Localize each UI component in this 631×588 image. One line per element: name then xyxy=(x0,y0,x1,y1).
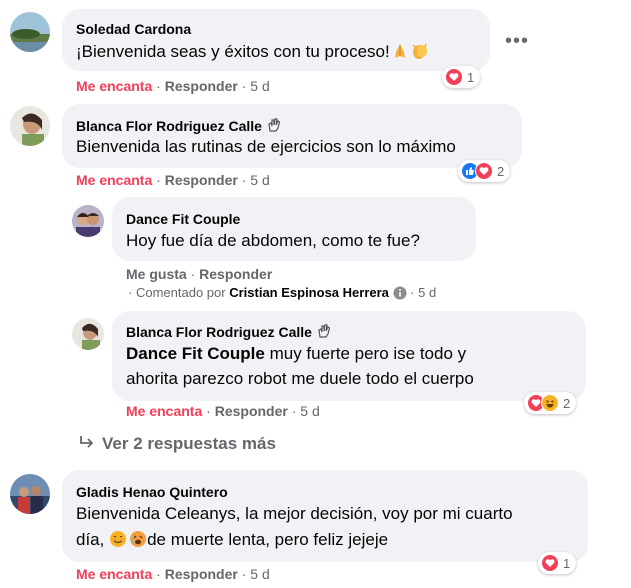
separator: · xyxy=(206,403,211,419)
comment-actions: Me encanta · Responder · 5 d xyxy=(76,78,270,94)
reaction-count: 1 xyxy=(467,69,475,85)
avatar-gladis-henao[interactable] xyxy=(10,474,50,514)
love-reaction-link[interactable]: Me encanta xyxy=(76,172,152,188)
separator: · xyxy=(156,78,161,94)
comment-text: ¡Bienvenida seas y éxitos con tu proceso… xyxy=(76,40,430,67)
info-icon[interactable] xyxy=(393,286,407,303)
timestamp[interactable]: 5 d xyxy=(300,403,319,419)
haha-icon xyxy=(541,394,559,412)
reply-actions: Me gusta · Responder xyxy=(126,266,272,282)
reaction-summary[interactable]: 1 xyxy=(442,66,481,88)
love-reaction-link[interactable]: Me encanta xyxy=(76,78,152,94)
author-name: Blanca Flor Rodriguez Calle xyxy=(76,118,262,134)
love-icon xyxy=(445,68,463,86)
more-options-icon[interactable]: ••• xyxy=(505,30,529,53)
reply-actions: Me encanta · Responder · 5 d xyxy=(126,403,320,419)
commented-by-line: · Comentado por Cristian Espinosa Herrer… xyxy=(128,285,436,303)
avatar-image xyxy=(72,205,104,237)
avatar-image xyxy=(10,106,50,146)
comment-author[interactable]: Soledad Cardona xyxy=(76,21,191,37)
avatar-blanca-flor[interactable] xyxy=(72,318,104,350)
reply-text: Hoy fue día de abdomen, como te fue? xyxy=(126,231,420,250)
separator: · xyxy=(156,566,161,582)
reaction-summary[interactable]: 2 xyxy=(524,392,577,414)
comment-text-body: ¡Bienvenida seas y éxitos con tu proceso… xyxy=(76,42,390,61)
separator: · xyxy=(156,172,161,188)
love-icon xyxy=(541,554,559,572)
reply-text: Dance Fit Couple muy fuerte pero ise tod… xyxy=(126,342,466,366)
mention-link[interactable]: Dance Fit Couple xyxy=(126,344,265,363)
clapping-hands-icon xyxy=(410,42,430,67)
comment-text-line1: Bienvenida Celeanys, la mejor decisión, … xyxy=(76,504,513,523)
love-reaction-link[interactable]: Me encanta xyxy=(126,403,202,419)
reaction-count: 2 xyxy=(563,395,571,411)
comment-text: Bienvenida las rutinas de ejercicios son… xyxy=(76,137,456,156)
comment-author[interactable]: Gladis Henao Quintero xyxy=(76,484,228,500)
avatar-soledad-cardona[interactable] xyxy=(10,12,50,52)
reaction-count: 1 xyxy=(563,555,571,571)
comment-text-line2: día, de muerte lenta, pero feliz jejeje xyxy=(76,528,388,555)
avatar-image xyxy=(10,12,50,52)
love-reaction-link[interactable]: Me encanta xyxy=(76,566,152,582)
reply-text-line2: ahorita parezco robot me duele todo el c… xyxy=(126,369,474,388)
commented-by-prefix: Comentado por xyxy=(135,285,226,300)
reaction-count: 2 xyxy=(497,163,505,179)
separator: · xyxy=(241,172,247,188)
avatar-dance-fit-couple[interactable] xyxy=(72,205,104,237)
like-link[interactable]: Me gusta xyxy=(126,266,187,282)
reply-author[interactable]: Blanca Flor Rodriguez Calle xyxy=(126,323,332,342)
reply-link[interactable]: Responder xyxy=(165,172,238,188)
author-name: Blanca Flor Rodriguez Calle xyxy=(126,324,312,340)
timestamp[interactable]: 5 d xyxy=(418,285,436,300)
reply-link[interactable]: Responder xyxy=(165,566,238,582)
separator: · xyxy=(241,566,247,582)
commented-by-name[interactable]: Cristian Espinosa Herrera xyxy=(229,285,389,300)
comment-actions: Me encanta · Responder · 5 d xyxy=(76,172,270,188)
text-prefix: día, xyxy=(76,530,105,549)
avatar-image xyxy=(10,474,50,514)
waving-hand-icon xyxy=(316,323,332,342)
separator: · xyxy=(190,266,196,282)
separator: · xyxy=(291,403,297,419)
reply-author[interactable]: Dance Fit Couple xyxy=(126,211,240,227)
reaction-summary[interactable]: 2 xyxy=(458,160,511,182)
folded-hands-icon xyxy=(392,42,408,67)
smiling-face-icon xyxy=(109,530,127,555)
reply-arrow-icon xyxy=(78,434,96,455)
reply-link[interactable]: Responder xyxy=(165,78,238,94)
timestamp[interactable]: 5 d xyxy=(250,78,269,94)
avatar-blanca-flor[interactable] xyxy=(10,106,50,146)
timestamp[interactable]: 5 d xyxy=(250,566,269,582)
text-suffix: de muerte lenta, pero feliz jejeje xyxy=(147,530,389,549)
view-more-replies-label: Ver 2 respuestas más xyxy=(102,434,276,453)
comment-actions: Me encanta · Responder · 5 d xyxy=(76,566,270,582)
reply-link[interactable]: Responder xyxy=(215,403,288,419)
love-icon xyxy=(475,162,493,180)
avatar-image xyxy=(72,318,104,350)
separator: · xyxy=(410,285,415,300)
waving-hand-icon xyxy=(266,117,282,136)
timestamp[interactable]: 5 d xyxy=(250,172,269,188)
separator: · xyxy=(128,285,133,300)
comment-author[interactable]: Blanca Flor Rodriguez Calle xyxy=(76,117,282,136)
reply-text-line1: muy fuerte pero ise todo y xyxy=(269,344,467,363)
hot-face-icon xyxy=(129,530,147,555)
reaction-summary[interactable]: 1 xyxy=(538,552,577,574)
reply-link[interactable]: Responder xyxy=(199,266,272,282)
separator: · xyxy=(241,78,247,94)
view-more-replies[interactable]: Ver 2 respuestas más xyxy=(78,434,276,455)
